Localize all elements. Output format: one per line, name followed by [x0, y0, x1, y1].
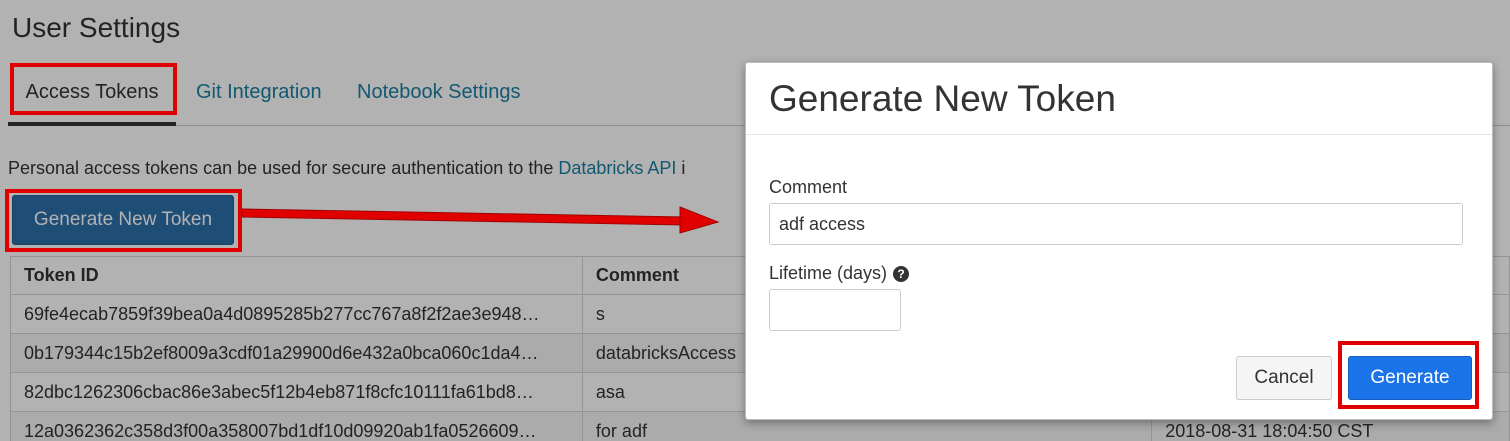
lifetime-label: Lifetime (days) — [769, 263, 888, 283]
question-circle-icon[interactable]: ? — [893, 266, 910, 282]
comment-input[interactable] — [769, 203, 1463, 245]
lifetime-days-input[interactable] — [769, 289, 901, 331]
annotation-arrow-head — [679, 206, 720, 234]
annotation-arrow-shaft — [241, 208, 686, 226]
dialog-header: Generate New Token — [746, 63, 1492, 135]
annotation-arrow — [241, 206, 720, 234]
generate-button[interactable]: Generate — [1348, 356, 1472, 400]
dialog-title: Generate New Token — [769, 78, 1116, 119]
comment-label: Comment — [769, 177, 848, 197]
cancel-button[interactable]: Cancel — [1236, 356, 1332, 400]
generate-token-dialog: Generate New Token Comment Lifetime (day… — [745, 62, 1493, 420]
lifetime-label-row: Lifetime (days)? — [769, 263, 910, 284]
